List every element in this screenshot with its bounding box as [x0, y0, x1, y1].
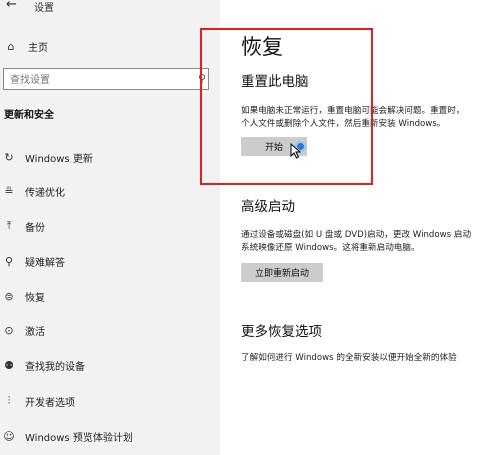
restart-now-button[interactable]: 立即重新启动 [241, 263, 323, 282]
nav-windows-update[interactable]: ↻ Windows 更新 [0, 146, 220, 168]
nav-home[interactable]: ⌂ 主页 [4, 37, 49, 55]
insider-icon: ☺ [3, 429, 15, 443]
nav-troubleshoot[interactable]: ⚲ 疑难解答 [0, 250, 220, 272]
back-arrow-icon[interactable]: ← [6, 0, 17, 12]
wrench-icon: ⚲ [4, 254, 14, 268]
nav-label: 传递优化 [25, 187, 65, 199]
title-bar: ← 设置 [0, 0, 220, 20]
activation-icon: ⊙ [4, 323, 14, 337]
sidebar: ← 设置 ⌂ 主页 ⚲ 更新和安全 ↻ Windows 更新 ≞ 传递优化 ⤒ … [0, 0, 220, 455]
nav-backup[interactable]: ⤒ 备份 [0, 215, 220, 237]
nav-label: Windows 预览体验计划 [25, 432, 133, 444]
nav-windows-insider[interactable]: ☺ Windows 预览体验计划 [0, 425, 220, 447]
nav-label: 激活 [25, 326, 45, 338]
advanced-startup-heading: 高级启动 [241, 199, 295, 215]
nav-label: 开发者选项 [25, 397, 75, 409]
backup-icon: ⤒ [6, 219, 12, 232]
clean-install-link[interactable]: 了解如何进行 Windows 的全新安装以便开始全新的体验 [241, 352, 457, 365]
delivery-optimization-icon: ≞ [4, 184, 14, 198]
highlight-box [200, 28, 373, 185]
nav-label: 恢复 [25, 292, 45, 304]
mouse-pointer-icon [290, 143, 302, 159]
nav-home-label: 主页 [28, 42, 48, 54]
nav-delivery-optimization[interactable]: ≞ 传递优化 [0, 180, 220, 202]
advanced-startup-description-line2: 系统映像还原 Windows。这将重新启动电脑。 [241, 243, 420, 253]
more-recovery-options-heading: 更多恢复选项 [241, 324, 322, 340]
nav-recovery[interactable]: ⊜ 恢复 [0, 285, 220, 307]
find-device-icon: ⚉ [4, 358, 14, 372]
developer-icon: ⫶ [7, 394, 11, 407]
recovery-icon: ⊜ [4, 289, 14, 303]
nav-find-my-device[interactable]: ⚉ 查找我的设备 [0, 354, 220, 376]
nav-activation[interactable]: ⊙ 激活 [0, 319, 220, 341]
nav-developer-options[interactable]: ⫶ 开发者选项 [0, 390, 220, 412]
advanced-startup-description-line1: 通过设备或磁盘(如 U 盘或 DVD)启动，更改 Windows 启动 [241, 230, 472, 240]
nav-label: 备份 [25, 222, 45, 234]
section-heading: 更新和安全 [4, 110, 54, 121]
nav-label: 查找我的设备 [25, 361, 85, 373]
refresh-icon: ↻ [4, 150, 14, 164]
nav-label: Windows 更新 [25, 153, 93, 165]
app-title: 设置 [34, 3, 54, 14]
search-input[interactable] [8, 71, 192, 89]
home-icon: ⌂ [7, 39, 15, 53]
search-box[interactable]: ⚲ [3, 68, 209, 90]
nav-label: 疑难解答 [25, 257, 65, 269]
